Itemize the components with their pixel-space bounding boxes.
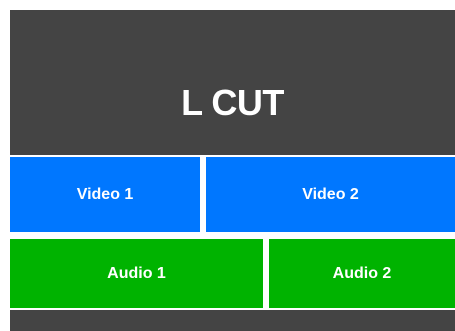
audio-1-block: Audio 1 xyxy=(10,239,263,308)
l-cut-diagram: L CUT Video 1 Video 2 Audio 1 Audio 2 xyxy=(10,10,455,331)
audio-2-block: Audio 2 xyxy=(269,239,455,308)
video-2-block: Video 2 xyxy=(206,157,455,232)
video-1-label: Video 1 xyxy=(76,185,134,203)
bottom-divider xyxy=(10,308,455,310)
video-2-label: Video 2 xyxy=(302,185,359,203)
video-1-block: Video 1 xyxy=(10,157,200,232)
diagram-title: L CUT xyxy=(181,82,284,123)
audio-1-label: Audio 1 xyxy=(107,264,166,282)
audio-2-label: Audio 2 xyxy=(332,264,392,282)
track-divider xyxy=(10,232,455,239)
